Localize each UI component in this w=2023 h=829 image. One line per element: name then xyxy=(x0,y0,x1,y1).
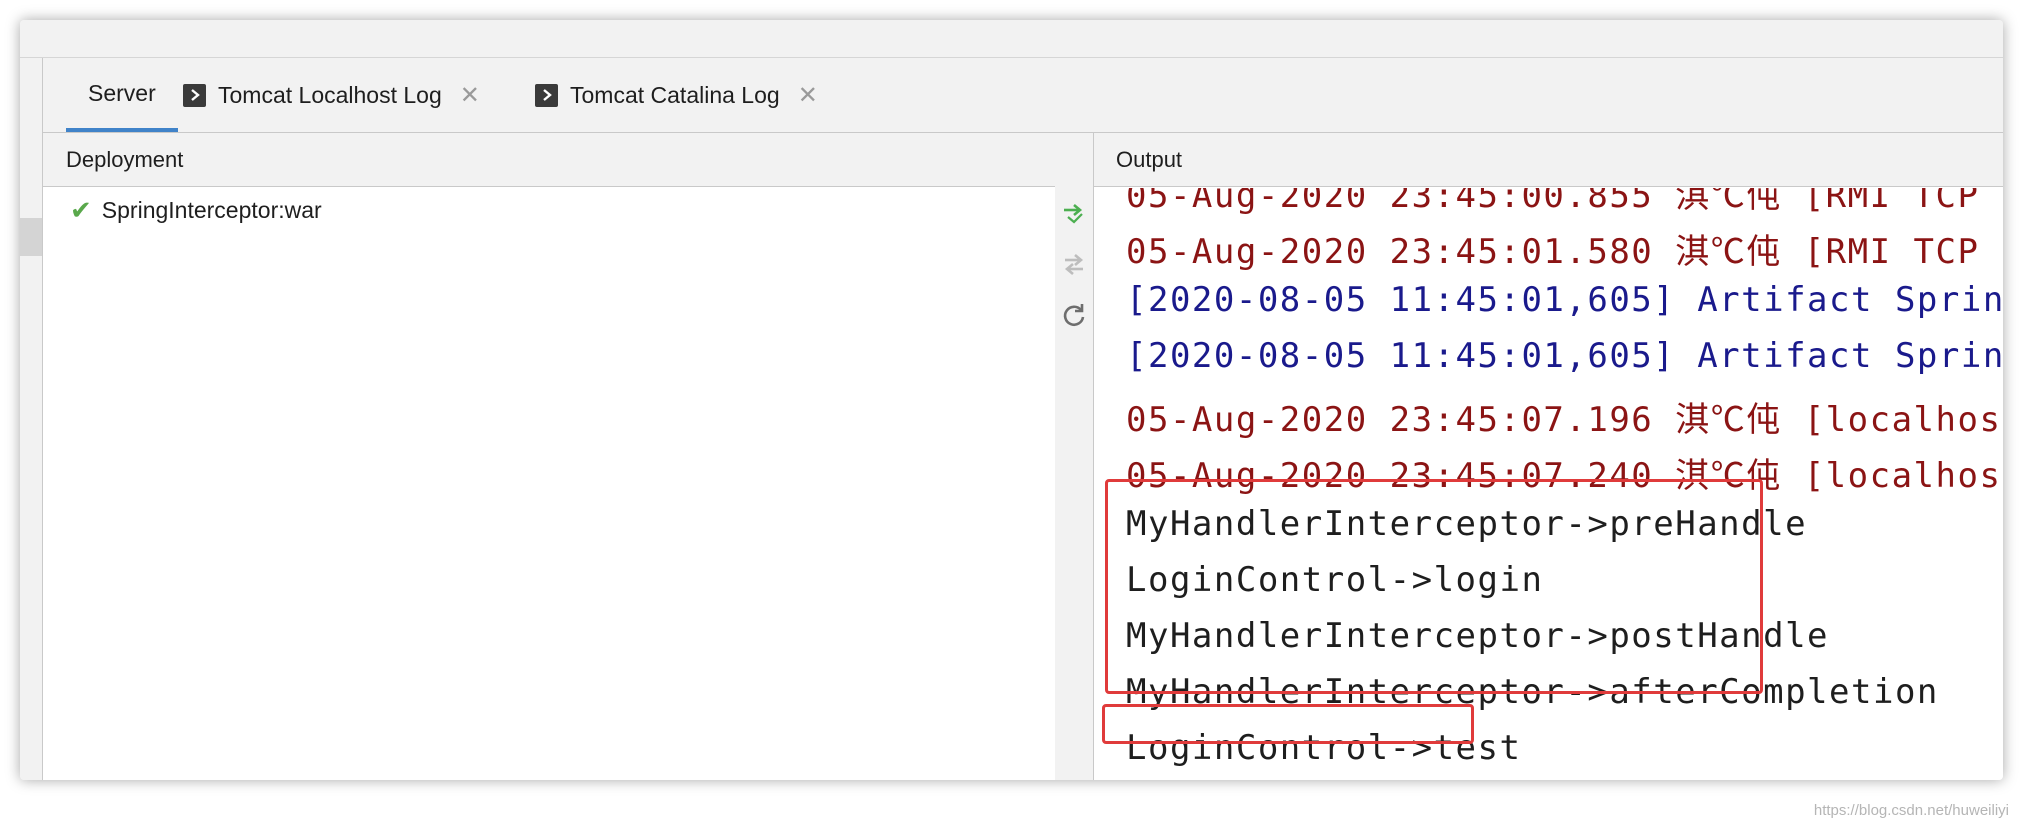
output-line: 05-Aug-2020 23:45:00.855 淇℃伅 [RMI TCP xyxy=(1126,188,1980,216)
deployment-panel: Deployment ✔ SpringInterceptor:war xyxy=(43,133,1055,780)
tab-tomcat-localhost-log[interactable]: Tomcat Localhost Log ✕ xyxy=(183,58,480,132)
close-icon[interactable]: ✕ xyxy=(798,81,818,110)
watermark: https://blog.csdn.net/huweiliyi xyxy=(1813,802,2009,819)
deployment-item[interactable]: ✔ SpringInterceptor:war xyxy=(70,195,322,226)
undeploy-icon[interactable] xyxy=(1061,251,1087,277)
selection-marker xyxy=(20,218,42,256)
ide-window: Server Tomcat Localhost Log ✕ Tomcat Cat… xyxy=(20,20,2003,780)
console-icon xyxy=(535,83,558,107)
deploy-icon[interactable] xyxy=(1061,201,1087,227)
deployment-toolbar xyxy=(1055,187,1093,780)
check-icon: ✔ xyxy=(70,195,92,225)
output-line: 05-Aug-2020 23:45:07.196 淇℃伅 [localhos xyxy=(1126,400,2002,440)
refresh-icon[interactable] xyxy=(1061,302,1087,328)
output-line: [2020-08-05 11:45:01,605] Artifact Sprin xyxy=(1126,336,2003,376)
tab-server[interactable]: Server xyxy=(66,58,178,132)
deployment-header: Deployment xyxy=(43,133,1055,187)
highlight-box xyxy=(1102,704,1474,744)
highlight-box xyxy=(1105,479,1763,694)
title-bar xyxy=(20,20,2003,58)
console-icon xyxy=(183,83,206,107)
close-icon[interactable]: ✕ xyxy=(460,81,480,110)
tab-label: Tomcat Localhost Log xyxy=(218,81,442,108)
tab-tomcat-catalina-log[interactable]: Tomcat Catalina Log ✕ xyxy=(535,58,818,132)
output-line: 05-Aug-2020 23:45:01.580 淇℃伅 [RMI TCP xyxy=(1126,232,1980,272)
tab-label: Server xyxy=(88,79,156,106)
output-line: [2020-08-05 11:45:01,605] Artifact Sprin xyxy=(1126,280,2003,320)
tab-bar: Server Tomcat Localhost Log ✕ Tomcat Cat… xyxy=(20,58,2003,133)
output-header: Output xyxy=(1094,133,2003,187)
left-tool-strip xyxy=(20,58,43,780)
deployment-item-label: SpringInterceptor:war xyxy=(101,197,322,223)
tab-label: Tomcat Catalina Log xyxy=(570,81,780,108)
